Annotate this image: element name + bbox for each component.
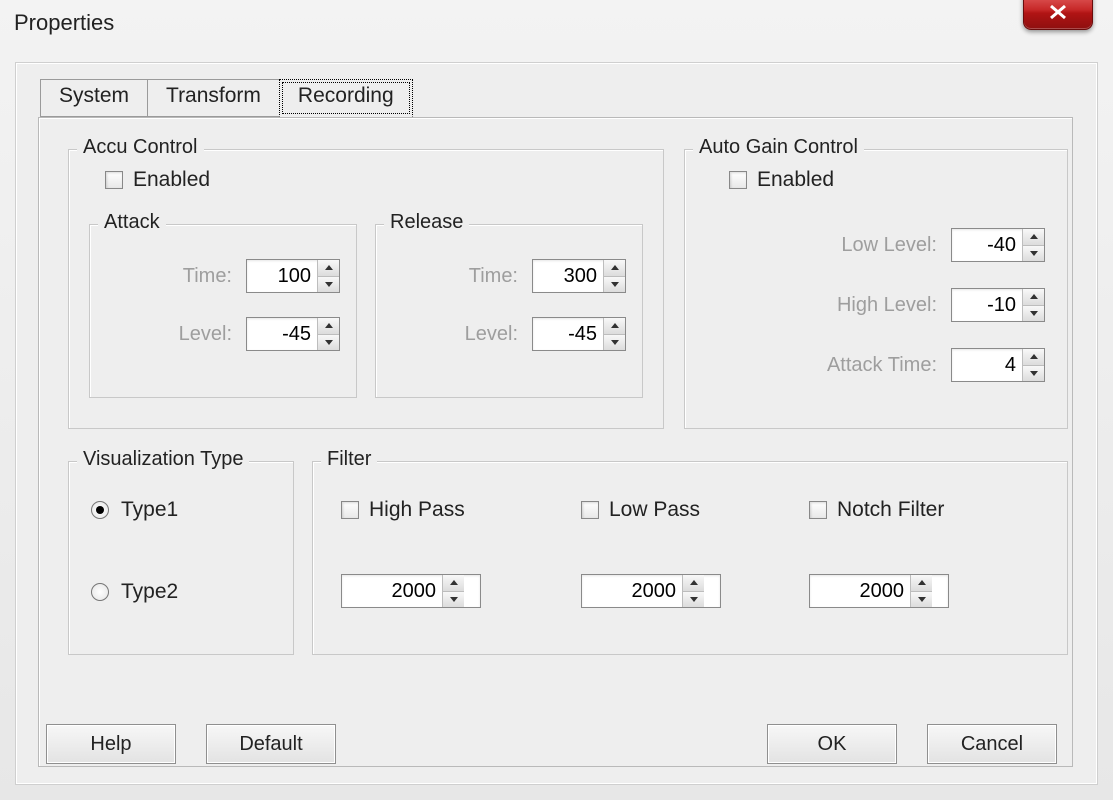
checkbox-icon bbox=[581, 501, 599, 519]
group-auto-gain-control: Auto Gain Control Enabled Low Level: Hig… bbox=[684, 149, 1068, 429]
spin-up-icon[interactable] bbox=[1023, 289, 1044, 305]
highpass-value-input[interactable] bbox=[342, 575, 442, 607]
spin-up-icon[interactable] bbox=[604, 260, 625, 276]
spin-up-icon[interactable] bbox=[911, 575, 932, 591]
close-button[interactable] bbox=[1023, 0, 1093, 30]
spin-down-icon[interactable] bbox=[604, 334, 625, 351]
spin-down-icon[interactable] bbox=[318, 276, 339, 293]
ok-button[interactable]: OK bbox=[767, 724, 897, 764]
group-attack: Attack Time: Level: bbox=[89, 224, 357, 398]
lowpass-value-spinner[interactable] bbox=[581, 574, 721, 608]
notch-checkbox[interactable]: Notch Filter bbox=[809, 498, 944, 522]
checkbox-icon bbox=[729, 171, 747, 189]
radio-icon bbox=[91, 583, 109, 601]
radio-type2-label: Type2 bbox=[121, 580, 178, 604]
attack-level-spinner[interactable] bbox=[246, 317, 340, 351]
tab-transform[interactable]: Transform bbox=[147, 79, 280, 117]
spin-up-icon[interactable] bbox=[1023, 229, 1044, 245]
group-accu-title: Accu Control bbox=[77, 136, 204, 159]
spin-up-icon[interactable] bbox=[443, 575, 464, 591]
agc-attack-label: Attack Time: bbox=[807, 354, 937, 377]
notch-value-input[interactable] bbox=[810, 575, 910, 607]
dialog-client-area: System Transform Recording Accu Control … bbox=[15, 62, 1098, 785]
group-filter-title: Filter bbox=[321, 448, 377, 471]
radio-type2[interactable]: Type2 bbox=[91, 580, 178, 604]
spin-down-icon[interactable] bbox=[683, 591, 704, 608]
attack-level-label: Level: bbox=[162, 323, 232, 346]
radio-type1[interactable]: Type1 bbox=[91, 498, 178, 522]
help-button[interactable]: Help bbox=[46, 724, 176, 764]
group-vis-title: Visualization Type bbox=[77, 448, 249, 471]
default-button[interactable]: Default bbox=[206, 724, 336, 764]
group-visualization-type: Visualization Type Type1 Type2 bbox=[68, 461, 294, 655]
group-filter: Filter High Pass Low Pass Notch Filter bbox=[312, 461, 1068, 655]
agc-high-input[interactable] bbox=[952, 289, 1022, 321]
window-title: Properties bbox=[14, 10, 114, 36]
release-level-label: Level: bbox=[448, 323, 518, 346]
attack-time-input[interactable] bbox=[247, 260, 317, 292]
spin-down-icon[interactable] bbox=[604, 276, 625, 293]
lowpass-value-input[interactable] bbox=[582, 575, 682, 607]
tab-system[interactable]: System bbox=[40, 79, 148, 117]
spin-up-icon[interactable] bbox=[683, 575, 704, 591]
group-accu-control: Accu Control Enabled Attack Time: Level: bbox=[68, 149, 664, 429]
release-time-spinner[interactable] bbox=[532, 259, 626, 293]
agc-attack-input[interactable] bbox=[952, 349, 1022, 381]
tab-strip: System Transform Recording bbox=[40, 79, 412, 117]
agc-low-input[interactable] bbox=[952, 229, 1022, 261]
group-release-title: Release bbox=[384, 211, 469, 234]
close-icon bbox=[1048, 4, 1068, 20]
spin-down-icon[interactable] bbox=[911, 591, 932, 608]
lowpass-checkbox[interactable]: Low Pass bbox=[581, 498, 700, 522]
spin-down-icon[interactable] bbox=[318, 334, 339, 351]
group-agc-title: Auto Gain Control bbox=[693, 136, 864, 159]
checkbox-icon bbox=[809, 501, 827, 519]
agc-high-label: High Level: bbox=[807, 294, 937, 317]
attack-time-label: Time: bbox=[162, 265, 232, 288]
cancel-button[interactable]: Cancel bbox=[927, 724, 1057, 764]
lowpass-label: Low Pass bbox=[609, 498, 700, 522]
accu-enabled-label: Enabled bbox=[133, 168, 210, 192]
agc-low-spinner[interactable] bbox=[951, 228, 1045, 262]
attack-level-input[interactable] bbox=[247, 318, 317, 350]
release-level-input[interactable] bbox=[533, 318, 603, 350]
spin-down-icon[interactable] bbox=[1023, 365, 1044, 382]
accu-enabled-checkbox[interactable]: Enabled bbox=[105, 168, 210, 192]
spin-down-icon[interactable] bbox=[1023, 305, 1044, 322]
attack-time-spinner[interactable] bbox=[246, 259, 340, 293]
radio-type1-label: Type1 bbox=[121, 498, 178, 522]
spin-up-icon[interactable] bbox=[604, 318, 625, 334]
release-time-input[interactable] bbox=[533, 260, 603, 292]
release-level-spinner[interactable] bbox=[532, 317, 626, 351]
notch-label: Notch Filter bbox=[837, 498, 944, 522]
notch-value-spinner[interactable] bbox=[809, 574, 949, 608]
spin-down-icon[interactable] bbox=[443, 591, 464, 608]
spin-up-icon[interactable] bbox=[318, 260, 339, 276]
agc-attack-spinner[interactable] bbox=[951, 348, 1045, 382]
agc-high-spinner[interactable] bbox=[951, 288, 1045, 322]
agc-enabled-checkbox[interactable]: Enabled bbox=[729, 168, 834, 192]
checkbox-icon bbox=[105, 171, 123, 189]
checkbox-icon bbox=[341, 501, 359, 519]
spin-up-icon[interactable] bbox=[1023, 349, 1044, 365]
highpass-checkbox[interactable]: High Pass bbox=[341, 498, 465, 522]
spin-down-icon[interactable] bbox=[1023, 245, 1044, 262]
spin-up-icon[interactable] bbox=[318, 318, 339, 334]
agc-enabled-label: Enabled bbox=[757, 168, 834, 192]
agc-low-label: Low Level: bbox=[807, 234, 937, 257]
highpass-value-spinner[interactable] bbox=[341, 574, 481, 608]
release-time-label: Time: bbox=[448, 265, 518, 288]
group-attack-title: Attack bbox=[98, 211, 166, 234]
group-release: Release Time: Level: bbox=[375, 224, 643, 398]
tab-recording[interactable]: Recording bbox=[279, 79, 413, 117]
radio-icon bbox=[91, 501, 109, 519]
highpass-label: High Pass bbox=[369, 498, 465, 522]
